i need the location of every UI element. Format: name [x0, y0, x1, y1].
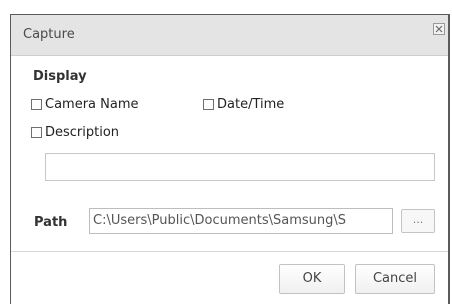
- camera-name-label: Camera Name: [45, 97, 139, 112]
- cancel-button[interactable]: Cancel: [355, 264, 435, 294]
- description-label: Description: [45, 125, 120, 140]
- path-label: Path: [34, 215, 68, 230]
- close-button[interactable]: [433, 23, 445, 35]
- date-time-label: Date/Time: [217, 97, 285, 112]
- ok-button[interactable]: OK: [279, 264, 345, 294]
- display-section-label: Display: [33, 69, 87, 84]
- description-checkbox-box[interactable]: [31, 127, 42, 138]
- footer-divider: [11, 251, 448, 252]
- path-input[interactable]: C:\Users\Public\Documents\Samsung\S: [89, 208, 393, 234]
- dialog-titlebar: Capture: [11, 15, 448, 56]
- description-checkbox[interactable]: Description: [31, 125, 119, 140]
- camera-name-checkbox[interactable]: Camera Name: [31, 97, 139, 112]
- dialog-title: Capture: [23, 27, 75, 42]
- capture-dialog: Capture Display Camera Name Date/Time De…: [10, 14, 450, 304]
- close-icon: [435, 25, 443, 33]
- description-input[interactable]: [45, 153, 435, 181]
- date-time-checkbox-box[interactable]: [203, 99, 214, 110]
- browse-button[interactable]: ...: [401, 209, 435, 233]
- date-time-checkbox[interactable]: Date/Time: [203, 97, 284, 112]
- camera-name-checkbox-box[interactable]: [31, 99, 42, 110]
